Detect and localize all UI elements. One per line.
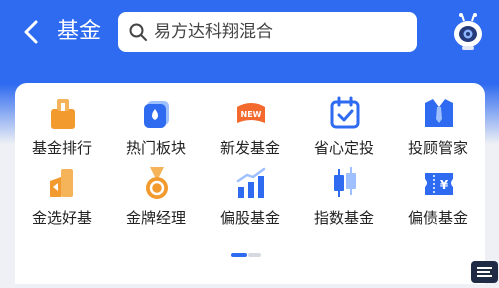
menu-item-label: 金牌经理 bbox=[125, 209, 186, 227]
back-button[interactable] bbox=[18, 14, 46, 50]
menu-item-advisor[interactable]: 投顾管家 bbox=[391, 95, 485, 165]
calendar-check-icon bbox=[330, 96, 360, 129]
menu-item-label: 热门板块 bbox=[125, 139, 186, 157]
menu-item-auto-invest[interactable]: 省心定投 bbox=[297, 95, 391, 165]
bar-chart-icon bbox=[236, 167, 266, 198]
hot-sector-icon bbox=[144, 101, 169, 128]
page-indicator bbox=[231, 253, 261, 257]
menu-item-label: 偏债基金 bbox=[407, 209, 468, 227]
menu-item-label: 金选好基 bbox=[31, 209, 92, 227]
search-text: 易方达科翔混合 bbox=[154, 22, 273, 42]
gold-pick-icon bbox=[50, 169, 73, 197]
watermark-logo bbox=[470, 259, 499, 284]
menu-item-new-funds[interactable]: NEW 新发基金 bbox=[203, 95, 297, 165]
page-indicator-active bbox=[231, 253, 247, 257]
page-indicator-inactive bbox=[248, 253, 261, 257]
bond-ticket-icon: ¥ bbox=[425, 173, 453, 195]
menu-card: 基金排行 热门板块 NEW 新发基金 省心定投 投顾管家 金选好基 金牌经理 偏… bbox=[15, 83, 485, 284]
logo-icon bbox=[471, 261, 498, 283]
menu-item-label: 偏股基金 bbox=[219, 209, 280, 227]
new-badge-text: NEW bbox=[241, 110, 262, 119]
menu-item-index-funds[interactable]: 指数基金 bbox=[297, 165, 391, 235]
ranking-icon bbox=[51, 99, 75, 129]
menu-item-gold-picks[interactable]: 金选好基 bbox=[15, 165, 109, 235]
medal-icon bbox=[146, 167, 168, 199]
menu-grid: 基金排行 热门板块 NEW 新发基金 省心定投 投顾管家 金选好基 金牌经理 偏… bbox=[15, 95, 485, 235]
menu-item-hot-sectors[interactable]: 热门板块 bbox=[109, 95, 203, 165]
menu-item-gold-manager[interactable]: 金牌经理 bbox=[109, 165, 203, 235]
advisor-icon bbox=[425, 99, 453, 127]
search-icon bbox=[129, 23, 147, 41]
new-fund-icon: NEW bbox=[237, 103, 265, 123]
menu-item-fund-ranking[interactable]: 基金排行 bbox=[15, 95, 109, 165]
menu-item-equity-funds[interactable]: 偏股基金 bbox=[203, 165, 297, 235]
menu-item-label: 指数基金 bbox=[313, 209, 374, 227]
page-title: 基金 bbox=[57, 19, 102, 44]
menu-item-label: 新发基金 bbox=[219, 139, 280, 157]
robot-icon bbox=[454, 13, 482, 50]
menu-item-label: 省心定投 bbox=[313, 139, 374, 157]
yen-badge-text: ¥ bbox=[440, 178, 449, 192]
menu-item-label: 基金排行 bbox=[31, 139, 92, 157]
robot-assistant-button[interactable] bbox=[451, 13, 485, 51]
search-input[interactable]: 易方达科翔混合 bbox=[118, 12, 417, 52]
candlestick-icon bbox=[334, 167, 356, 197]
chevron-left-icon bbox=[24, 20, 38, 44]
menu-item-bond-funds[interactable]: ¥ 偏债基金 bbox=[391, 165, 485, 235]
menu-item-label: 投顾管家 bbox=[407, 139, 468, 157]
